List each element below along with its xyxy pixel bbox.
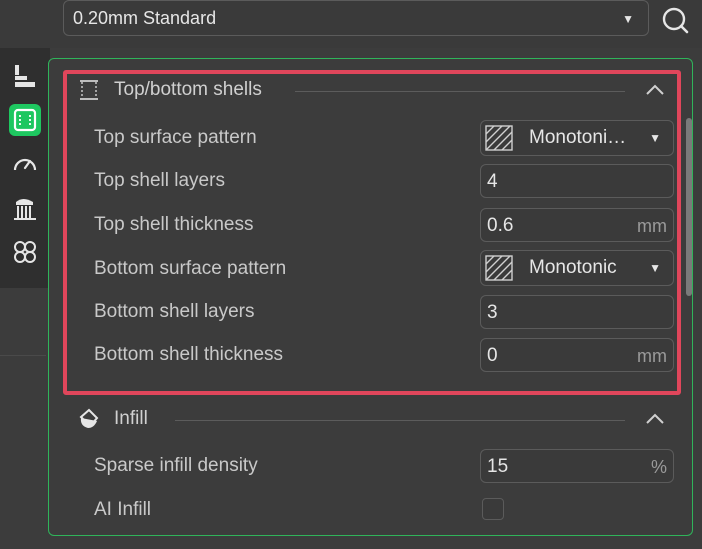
others-icon[interactable] — [9, 236, 41, 268]
label-ai-infill: AI Infill — [94, 499, 152, 520]
support-icon[interactable] — [9, 192, 41, 224]
chevron-up-icon[interactable] — [643, 407, 667, 431]
input-value: 15 — [487, 456, 509, 477]
section-title: Infill — [114, 408, 148, 429]
settings-category-rail — [0, 48, 50, 288]
highlight-frame — [63, 70, 681, 395]
preset-dropdown[interactable]: 0.20mm Standard ▼ — [63, 0, 649, 36]
quality-icon[interactable] — [9, 60, 41, 92]
section-divider — [175, 420, 625, 421]
ai-infill-checkbox[interactable] — [482, 498, 504, 520]
unit-label: % — [650, 457, 667, 477]
scrollbar[interactable] — [686, 118, 692, 296]
chevron-down-icon: ▼ — [622, 12, 634, 26]
rail-divider — [0, 355, 46, 356]
label-sparse-infill-density: Sparse infill density — [94, 455, 258, 476]
shells-icon[interactable] — [9, 104, 41, 136]
sparse-infill-density-input[interactable]: 15 % — [480, 449, 674, 483]
speed-icon[interactable] — [9, 148, 41, 180]
section-header-infill[interactable]: Infill — [75, 405, 675, 435]
infill-bucket-icon — [77, 407, 101, 431]
preset-value: 0.20mm Standard — [73, 7, 217, 28]
search-icon[interactable] — [660, 3, 692, 35]
preset-bar: 0.20mm Standard ▼ — [0, 0, 702, 48]
